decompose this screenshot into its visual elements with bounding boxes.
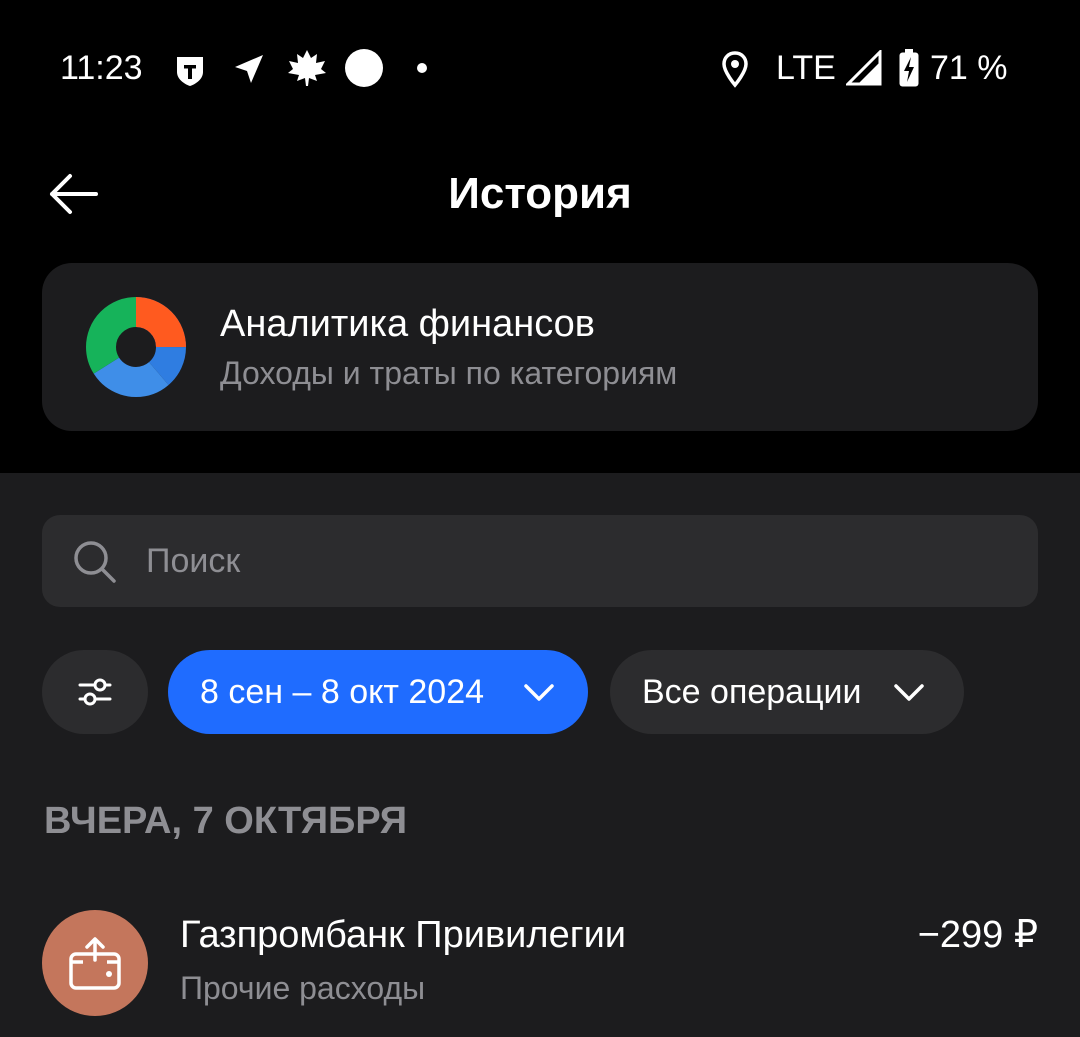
date-range-label: 8 сен – 8 окт 2024	[200, 673, 485, 711]
search-input[interactable]	[146, 515, 1006, 607]
wallet-out-icon	[69, 937, 121, 990]
navigation-arrow-icon	[235, 55, 263, 83]
operations-filter-label: Все операции	[642, 673, 862, 711]
analytics-card[interactable]: Аналитика финансов Доходы и траты по кат…	[42, 263, 1038, 431]
white-circle-icon	[345, 49, 383, 87]
analytics-subtitle: Доходы и траты по категориям	[220, 355, 678, 391]
transaction-row[interactable]: Газпромбанк Привилегии Прочие расходы −2…	[0, 890, 1080, 1037]
analytics-title: Аналитика финансов	[220, 303, 595, 345]
battery-charging-icon	[899, 49, 919, 87]
transaction-avatar	[42, 910, 148, 1016]
status-bar: 11:23 LTE 71 %	[0, 0, 1080, 140]
transaction-amount: −299 ₽	[917, 914, 1038, 956]
search-box[interactable]	[42, 515, 1038, 607]
chevron-down-icon	[894, 684, 924, 701]
battery-level: 71 %	[930, 49, 1008, 87]
page-title: История	[448, 169, 632, 218]
dot-icon	[417, 63, 427, 73]
section-date-header: ВЧЕРА, 7 ОКТЯБРЯ	[44, 800, 408, 842]
filter-settings-button[interactable]	[42, 650, 148, 734]
chevron-down-icon	[524, 684, 554, 701]
signal-icon	[846, 50, 882, 86]
maple-leaf-icon	[288, 50, 326, 86]
search-icon	[74, 541, 116, 583]
date-range-chip[interactable]: 8 сен – 8 окт 2024	[168, 650, 588, 734]
location-pin-icon	[722, 51, 748, 88]
shield-t-icon	[177, 57, 203, 86]
transaction-category: Прочие расходы	[180, 970, 426, 1006]
sliders-icon	[78, 678, 112, 706]
network-type: LTE	[776, 49, 836, 87]
operations-filter-chip[interactable]: Все операции	[610, 650, 964, 734]
status-time: 11:23	[60, 49, 143, 87]
donut-chart-icon	[86, 297, 186, 397]
transaction-title: Газпромбанк Привилегии	[180, 914, 627, 956]
